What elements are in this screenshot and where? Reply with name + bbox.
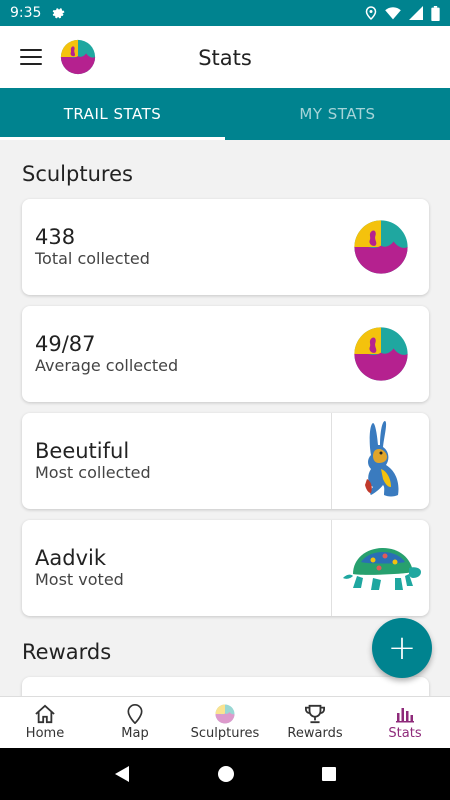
tab-trail-stats[interactable]: TRAIL STATS (0, 88, 225, 140)
back-icon[interactable] (113, 765, 131, 783)
tab-bar: TRAIL STATS MY STATS (0, 88, 450, 140)
nav-item-map[interactable]: Map (90, 697, 180, 748)
menu-icon[interactable] (20, 49, 42, 65)
home-icon (34, 704, 56, 724)
trophy-icon (304, 704, 326, 724)
signal-icon (409, 6, 423, 20)
nav-item-home[interactable]: Home (0, 697, 90, 748)
hare-sculpture-image (331, 413, 429, 509)
home-circle-icon[interactable] (217, 765, 235, 783)
tab-my-stats[interactable]: MY STATS (225, 88, 450, 140)
trail-logo-icon (60, 39, 96, 75)
nav-label: Stats (388, 726, 422, 741)
location-icon (365, 6, 377, 20)
stat-value: Aadvik (35, 546, 106, 570)
status-bar: 9:35 (0, 0, 450, 26)
stat-card-total-collected: 438 Total collected (22, 199, 429, 295)
bar-chart-icon (394, 704, 416, 724)
trail-logo-icon (354, 327, 408, 381)
tortoise-sculpture-image (331, 520, 429, 616)
sculptures-icon (214, 704, 236, 724)
battery-icon (431, 5, 440, 21)
recents-icon[interactable] (321, 766, 337, 782)
stat-value: 49/87 (35, 332, 96, 356)
stat-label: Most voted (35, 570, 124, 589)
nav-label: Rewards (287, 726, 343, 741)
sculptures-section-title: Sculptures (22, 162, 133, 186)
status-time: 9:35 (10, 5, 42, 21)
rewards-section-title: Rewards (22, 640, 112, 664)
nav-item-sculptures[interactable]: Sculptures (180, 697, 270, 748)
wifi-icon (385, 6, 401, 19)
system-nav-bar (0, 748, 450, 800)
stat-value: Beeutiful (35, 439, 130, 463)
nav-item-rewards[interactable]: Rewards (270, 697, 360, 748)
nav-label: Map (121, 726, 149, 741)
rewards-card[interactable] (22, 677, 429, 696)
stat-card-most-collected[interactable]: Beeutiful Most collected (22, 413, 429, 509)
stat-label: Most collected (35, 463, 151, 482)
map-pin-icon (124, 704, 146, 724)
add-button[interactable]: + (372, 618, 432, 678)
nav-label: Home (25, 726, 65, 741)
stat-label: Average collected (35, 356, 179, 375)
stat-card-most-voted[interactable]: Aadvik Most voted (22, 520, 429, 616)
trail-logo-icon (354, 220, 408, 274)
stats-content[interactable]: Sculptures 438 Total collected 49/87 Ave… (0, 140, 450, 696)
nav-label: Sculptures (190, 726, 260, 741)
stat-label: Total collected (35, 249, 150, 268)
app-bar: Stats (0, 26, 450, 88)
settings-gear-icon (53, 8, 65, 19)
nav-item-stats[interactable]: Stats (360, 697, 450, 748)
bottom-nav: Home Map Sculptures Rewards Stats (0, 696, 450, 748)
stat-value: 438 (35, 225, 76, 249)
stat-card-average-collected: 49/87 Average collected (22, 306, 429, 402)
